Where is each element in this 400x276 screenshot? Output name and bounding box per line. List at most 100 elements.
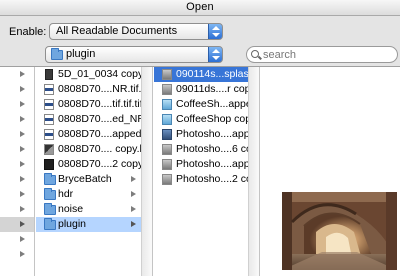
file-name: Photosho....apped.tif (176, 128, 259, 140)
folder-name: plugin (58, 218, 87, 230)
list-item[interactable] (0, 142, 34, 157)
file-name: 09011ds....r copy.tif (176, 83, 259, 95)
chevron-right-icon (20, 86, 25, 92)
column-scrollbar[interactable] (248, 67, 259, 276)
file-name: 090114s...splash.tif (176, 68, 259, 80)
search-field[interactable] (246, 46, 398, 63)
list-item[interactable]: CoffeeShop copy.tif (154, 112, 259, 127)
photo-file-icon (162, 174, 172, 185)
browser-column-plugin[interactable]: 090114s...splash.tif 09011ds....r copy.t… (154, 67, 260, 276)
list-item[interactable] (0, 247, 34, 262)
list-item[interactable]: 0808D70....2 copy.tif (36, 157, 152, 172)
folder-icon (51, 48, 63, 60)
list-item[interactable]: Photosho....2 copy.tif (154, 172, 259, 187)
file-name: Photosho....2 copy.tif (176, 173, 259, 185)
list-item[interactable]: 0808D70....ed_NR.tif (36, 112, 152, 127)
folder-icon (44, 218, 56, 230)
hdr-file-icon (44, 144, 54, 155)
list-item[interactable]: noise (36, 202, 152, 217)
popup-stepper-icon (208, 24, 222, 39)
list-item[interactable]: plugin (36, 217, 152, 232)
chevron-right-icon (131, 221, 136, 227)
column-browser: 5D_01_0034 copy.tif 0808D70....NR.tif.ti… (0, 66, 400, 276)
ps-file-icon (162, 129, 172, 140)
folder-icon (44, 173, 56, 185)
list-item[interactable]: Photosho....apped.tif (154, 157, 259, 172)
camera-file-icon (45, 69, 53, 80)
dark-file-icon (44, 159, 54, 170)
browser-column-files[interactable]: 5D_01_0034 copy.tif 0808D70....NR.tif.ti… (36, 67, 153, 276)
file-name: 0808D70.... copy.hdr (58, 143, 152, 155)
list-item[interactable] (0, 112, 34, 127)
folder-icon (44, 203, 56, 215)
file-name: 0808D70....apped.tif (58, 128, 152, 140)
list-item[interactable] (0, 97, 34, 112)
chevron-right-icon (20, 146, 25, 152)
path-popup-button[interactable]: plugin (45, 46, 223, 63)
list-item[interactable]: 0808D70.... copy.hdr (36, 142, 152, 157)
list-item[interactable]: 5D_01_0034 copy.tif (36, 67, 152, 82)
chevron-right-icon (20, 161, 25, 167)
window-title: Open (186, 1, 214, 13)
list-item[interactable]: CoffeeSh...apped.tif (154, 97, 259, 112)
file-preview-image (282, 192, 397, 270)
list-item[interactable]: 090114s...splash.tif (154, 67, 259, 82)
path-popup-value: plugin (66, 48, 96, 60)
file-name: 0808D70....2 copy.tif (58, 158, 152, 170)
list-item[interactable] (0, 202, 34, 217)
folder-name: noise (58, 203, 84, 215)
chevron-right-icon (20, 176, 25, 182)
tif-file-icon (44, 129, 54, 140)
list-item[interactable] (0, 187, 34, 202)
list-item[interactable] (0, 157, 34, 172)
list-item[interactable] (0, 127, 34, 142)
list-item[interactable]: Photosho....6 copy.tif (154, 142, 259, 157)
coffee-file-icon (162, 99, 172, 110)
list-item[interactable] (0, 67, 34, 82)
file-name: 0808D70....tif.tif.tif (58, 98, 143, 110)
list-item[interactable]: 09011ds....r copy.tif (154, 82, 259, 97)
chevron-right-icon (20, 251, 25, 257)
chevron-right-icon (131, 176, 136, 182)
list-item[interactable]: Photosho....apped.tif (154, 127, 259, 142)
file-name: 5D_01_0034 copy.tif (58, 68, 152, 80)
chevron-right-icon (20, 131, 25, 137)
list-item[interactable] (0, 172, 34, 187)
list-item[interactable]: hdr (36, 187, 152, 202)
folder-icon (44, 188, 56, 200)
photo-file-icon (162, 69, 172, 80)
list-item[interactable]: 0808D70....tif.tif.tif (36, 97, 152, 112)
enable-popup-button[interactable]: All Readable Documents (49, 23, 223, 40)
list-item[interactable]: 0808D70....apped.tif (36, 127, 152, 142)
open-dialog-toolbar: Enable: All Readable Documents plugin (0, 16, 400, 66)
window-title-bar: Open (0, 0, 400, 16)
list-item[interactable] (0, 217, 34, 232)
arched-corridor-thumbnail (282, 192, 397, 270)
chevron-right-icon (20, 116, 25, 122)
list-item[interactable]: 0808D70....NR.tif.tif (36, 82, 152, 97)
file-name: 0808D70....NR.tif.tif (58, 83, 150, 95)
chevron-right-icon (131, 191, 136, 197)
chevron-right-icon (20, 101, 25, 107)
chevron-right-icon (20, 191, 25, 197)
chevron-right-icon (20, 221, 25, 227)
photo-file-icon (162, 84, 172, 95)
chevron-right-icon (20, 236, 25, 242)
search-input[interactable] (263, 47, 383, 62)
preview-column (261, 67, 400, 276)
file-name: CoffeeSh...apped.tif (176, 98, 259, 110)
list-item[interactable] (0, 232, 34, 247)
folder-name: hdr (58, 188, 74, 200)
tif-file-icon (44, 99, 54, 110)
file-name: Photosho....apped.tif (176, 158, 259, 170)
tif-file-icon (44, 84, 54, 95)
list-item[interactable] (0, 82, 34, 97)
enable-popup-value: All Readable Documents (56, 25, 178, 37)
file-name: 0808D70....ed_NR.tif (58, 113, 152, 125)
browser-column-parent[interactable] (0, 67, 35, 276)
folder-name: BryceBatch (58, 173, 112, 185)
list-item[interactable]: BryceBatch (36, 172, 152, 187)
photo-file-icon (162, 159, 172, 170)
chevron-right-icon (20, 71, 25, 77)
column-scrollbar[interactable] (141, 67, 152, 276)
